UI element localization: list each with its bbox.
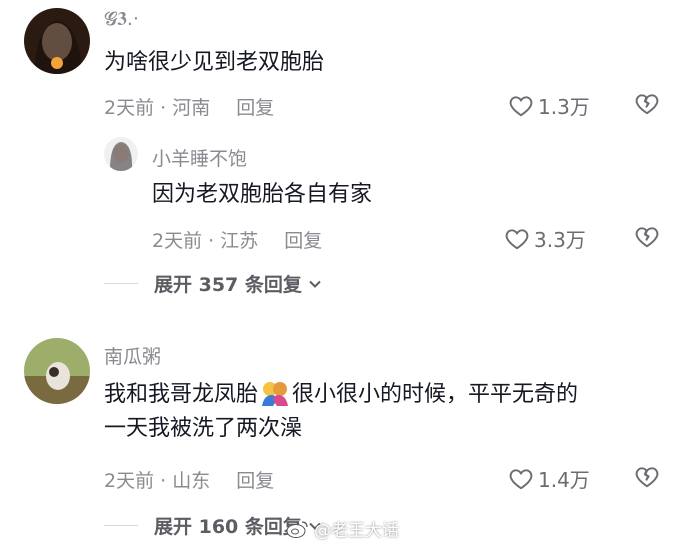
reply-author[interactable]: 小羊睡不饱 — [152, 144, 247, 171]
comment-author[interactable]: 南瓜粥 — [104, 342, 161, 369]
reply-button[interactable]: 回复 — [236, 466, 274, 493]
heart-icon — [505, 228, 529, 249]
comment-text: 为啥很少见到老双胞胎 — [104, 50, 325, 75]
comment-text-part: 一天我被洗了两次澡 — [104, 416, 303, 441]
comment-time-location: 2天前 · 河南 — [104, 97, 211, 119]
reply-time-location: 2天前 · 江苏 — [152, 230, 259, 252]
reply-button[interactable]: 回复 — [236, 93, 274, 120]
comment-text-part: 很小很小的时候，平平无奇的 — [292, 382, 579, 407]
comment-text-part: 我和我哥龙凤胎 — [104, 382, 259, 407]
watermark-text: @老王大话 — [314, 521, 399, 541]
avatar[interactable] — [24, 338, 90, 404]
like-button[interactable]: 3.3万 — [504, 224, 586, 253]
broken-heart-icon — [635, 227, 659, 248]
heart-icon — [509, 468, 533, 489]
heart-icon — [509, 95, 533, 116]
like-button[interactable]: 1.4万 — [508, 464, 590, 493]
reply-button[interactable]: 回复 — [284, 226, 322, 253]
divider — [104, 283, 138, 284]
dislike-button[interactable] — [634, 464, 660, 490]
expand-replies-label: 展开 357 条回复 — [154, 274, 302, 296]
like-count: 3.3万 — [534, 228, 586, 252]
like-count: 1.4万 — [538, 468, 590, 492]
like-count: 1.3万 — [538, 95, 590, 119]
avatar[interactable] — [24, 8, 90, 74]
like-button[interactable]: 1.3万 — [508, 91, 590, 120]
chevron-down-icon — [309, 280, 321, 288]
watermark: @老王大话 — [286, 516, 399, 541]
broken-heart-icon — [635, 94, 659, 115]
expand-replies-label: 展开 160 条回复 — [154, 516, 302, 538]
comment-text: 我和我哥龙凤胎 很小很小的时候，平平无奇的 一天我被洗了两次澡 — [104, 378, 674, 446]
people-hugging-emoji — [260, 380, 290, 406]
weibo-logo-icon — [286, 520, 308, 538]
comment-time-location: 2天前 · 山东 — [104, 470, 211, 492]
avatar[interactable] — [104, 137, 138, 171]
dislike-button[interactable] — [634, 91, 660, 117]
expand-replies-button[interactable]: 展开 357 条回复 — [104, 270, 322, 297]
broken-heart-icon — [635, 467, 659, 488]
divider — [104, 525, 138, 526]
dislike-button[interactable] — [634, 224, 660, 250]
reply-text: 因为老双胞胎各自有家 — [152, 182, 373, 207]
comment-author[interactable]: 𝓖𝟑.· — [104, 8, 139, 30]
